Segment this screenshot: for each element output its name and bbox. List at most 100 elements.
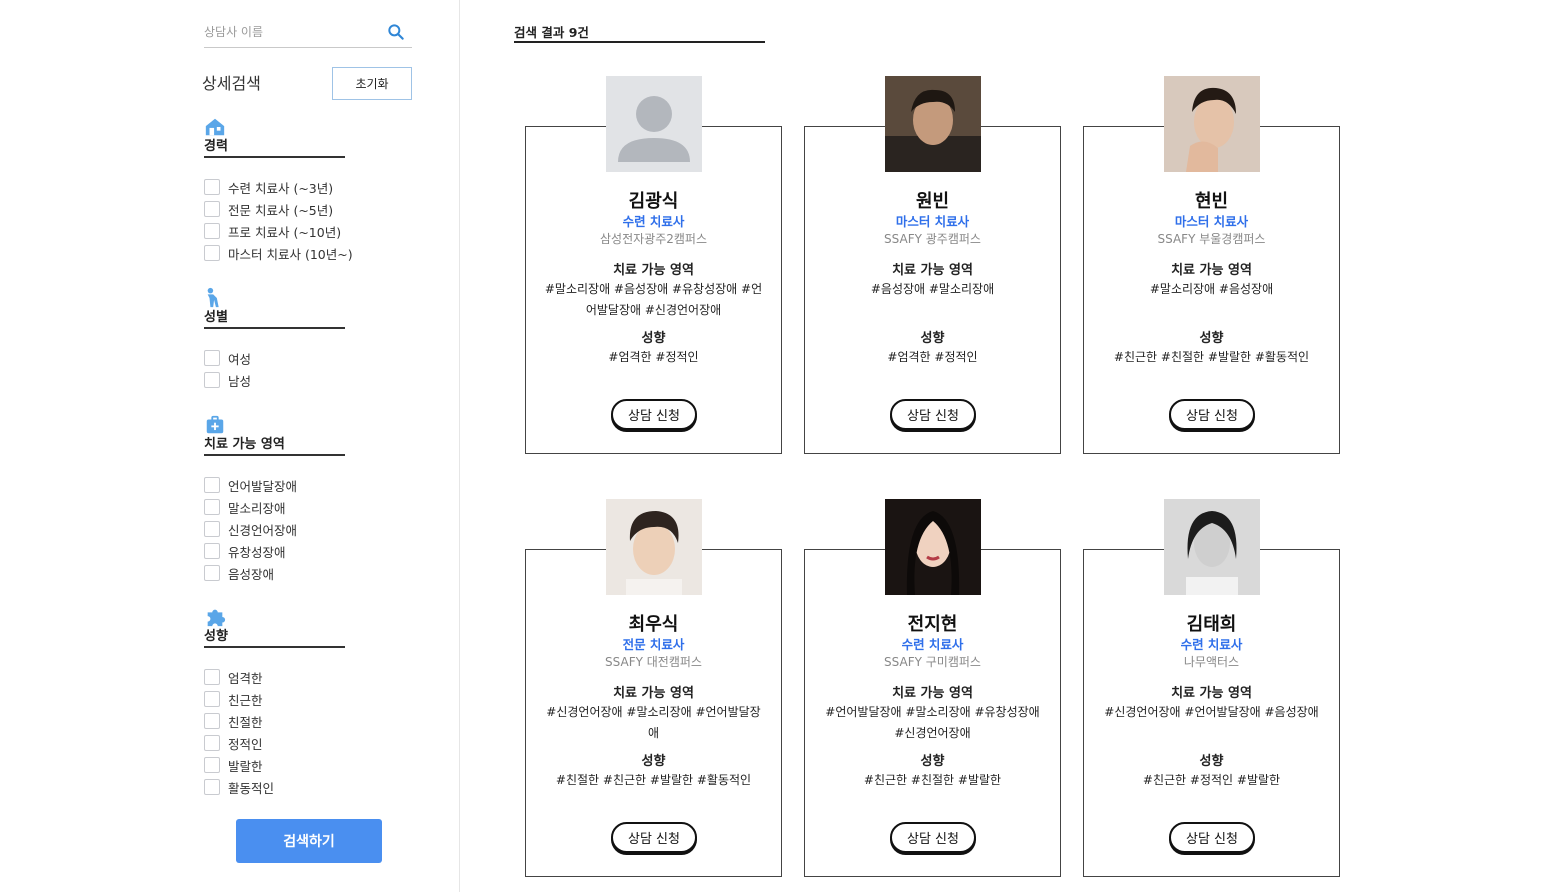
counselor-areas: #말소리장애 #음성장애 bbox=[1149, 282, 1274, 296]
consult-apply-button[interactable]: 상담 신청 bbox=[611, 822, 697, 853]
option-label: 말소리장애 bbox=[228, 500, 286, 516]
checkbox[interactable] bbox=[204, 669, 220, 685]
option-label: 남성 bbox=[228, 373, 252, 389]
option-label: 여성 bbox=[228, 351, 252, 367]
counselor-level: 수련 치료사 bbox=[901, 637, 964, 652]
filter-group-area: 치료 가능 영역 언어발달장애 말소리장애 신경언어장애 유창성장애 음성장애 bbox=[204, 414, 345, 584]
checkbox-option[interactable]: 정적인 bbox=[204, 732, 404, 754]
filter-group-career: 경력 수련 치료사 (~3년) 전문 치료사 (~5년) 프로 치료사 (~10… bbox=[204, 116, 353, 264]
counselor-level: 수련 치료사 bbox=[622, 214, 685, 229]
counselor-tendency: #친근한 #친절한 #발랄한 #활동적인 bbox=[1113, 350, 1310, 364]
checkbox-option[interactable]: 전문 치료사 (~5년) bbox=[204, 198, 404, 220]
consult-apply-button[interactable]: 상담 신청 bbox=[890, 399, 976, 430]
counselor-name: 현빈 bbox=[1194, 191, 1229, 212]
counselor-card: 현빈 마스터 치료사 SSAFY 부울경캠퍼스 치료 가능 영역 #말소리장애 … bbox=[1083, 76, 1340, 454]
detail-search-title: 상세검색 bbox=[202, 74, 261, 93]
checkbox[interactable] bbox=[204, 372, 220, 388]
counselor-card: 김광식 수련 치료사 삼성전자광주2캠퍼스 치료 가능 영역 #말소리장애 #음… bbox=[525, 76, 782, 454]
counselor-card: 김태희 수련 치료사 나무액터스 치료 가능 영역 #신경언어장애 #언어발달장… bbox=[1083, 499, 1340, 877]
checkbox[interactable] bbox=[204, 499, 220, 515]
checkbox[interactable] bbox=[204, 223, 220, 239]
counselor-areas: #신경언어장애 #말소리장애 #언어발달장애 bbox=[546, 705, 761, 740]
checkbox-option[interactable]: 프로 치료사 (~10년) bbox=[204, 220, 404, 242]
tendency-title: 성향 bbox=[920, 331, 945, 346]
checkbox[interactable] bbox=[204, 735, 220, 751]
checkbox-option[interactable]: 엄격한 bbox=[204, 666, 404, 688]
checkbox-option[interactable]: 음성장애 bbox=[204, 562, 404, 584]
checkbox[interactable] bbox=[204, 179, 220, 195]
checkbox[interactable] bbox=[204, 477, 220, 493]
career-options: 수련 치료사 (~3년) 전문 치료사 (~5년) 프로 치료사 (~10년) … bbox=[204, 176, 404, 264]
option-label: 마스터 치료사 (10년~) bbox=[228, 246, 353, 262]
checkbox-option[interactable]: 친근한 bbox=[204, 688, 404, 710]
counselor-name: 김광식 bbox=[628, 191, 679, 212]
counselor-areas: #신경언어장애 #언어발달장애 #음성장애 bbox=[1104, 705, 1319, 719]
counselor-photo bbox=[606, 499, 702, 595]
counselor-name: 원빈 bbox=[915, 191, 950, 212]
checkbox-option[interactable]: 여성 bbox=[204, 347, 404, 369]
counselor-card: 전지현 수련 치료사 SSAFY 구미캠퍼스 치료 가능 영역 #언어발달장애 … bbox=[804, 499, 1061, 877]
checkbox-option[interactable]: 남성 bbox=[204, 369, 404, 391]
counselor-tendency: #친근한 #친절한 #발랄한 bbox=[863, 773, 1002, 787]
option-label: 발랄한 bbox=[228, 758, 263, 774]
checkbox[interactable] bbox=[204, 565, 220, 581]
checkbox[interactable] bbox=[204, 779, 220, 795]
counselor-organization: 삼성전자광주2캠퍼스 bbox=[600, 232, 707, 246]
consult-apply-button[interactable]: 상담 신청 bbox=[611, 399, 697, 430]
checkbox-option[interactable]: 언어발달장애 bbox=[204, 474, 404, 496]
option-label: 엄격한 bbox=[228, 670, 263, 686]
counselor-level: 마스터 치료사 bbox=[1174, 214, 1249, 229]
area-title: 치료 가능 영역 bbox=[613, 263, 694, 278]
checkbox-option[interactable]: 마스터 치료사 (10년~) bbox=[204, 242, 404, 264]
checkbox[interactable] bbox=[204, 245, 220, 261]
house-icon bbox=[205, 118, 225, 136]
puzzle-icon bbox=[207, 609, 226, 627]
checkbox[interactable] bbox=[204, 757, 220, 773]
counselor-tendency: #친절한 #친근한 #발랄한 #활동적인 bbox=[555, 773, 752, 787]
option-label: 친절한 bbox=[228, 714, 263, 730]
counselor-level: 수련 치료사 bbox=[1180, 637, 1243, 652]
option-label: 음성장애 bbox=[228, 566, 275, 582]
search-input[interactable] bbox=[204, 18, 374, 46]
area-options: 언어발달장애 말소리장애 신경언어장애 유창성장애 음성장애 bbox=[204, 474, 404, 584]
tendency-title: 성향 bbox=[1199, 754, 1224, 769]
tendency-title: 성향 bbox=[920, 754, 945, 769]
counselor-organization: SSAFY 대전캠퍼스 bbox=[605, 655, 702, 669]
checkbox-option[interactable]: 말소리장애 bbox=[204, 496, 404, 518]
counselor-photo bbox=[885, 499, 981, 595]
search-submit-button[interactable]: 검색하기 bbox=[236, 819, 382, 863]
option-label: 언어발달장애 bbox=[228, 478, 298, 494]
checkbox-option[interactable]: 신경언어장애 bbox=[204, 518, 404, 540]
checkbox[interactable] bbox=[204, 521, 220, 537]
checkbox-option[interactable]: 활동적인 bbox=[204, 776, 404, 798]
option-label: 친근한 bbox=[228, 692, 263, 708]
filter-title-gender: 성별 bbox=[204, 309, 345, 329]
checkbox[interactable] bbox=[204, 691, 220, 707]
checkbox-option[interactable]: 발랄한 bbox=[204, 754, 404, 776]
counselor-tendency: #엄격한 #정적인 bbox=[608, 350, 699, 364]
filter-title-tendency: 성향 bbox=[204, 628, 345, 648]
tendency-title: 성향 bbox=[1199, 331, 1224, 346]
search-icon[interactable] bbox=[386, 22, 406, 42]
checkbox[interactable] bbox=[204, 543, 220, 559]
checkbox[interactable] bbox=[204, 713, 220, 729]
reset-button[interactable]: 초기화 bbox=[332, 67, 412, 100]
option-label: 활동적인 bbox=[228, 780, 275, 796]
option-label: 유창성장애 bbox=[228, 544, 286, 560]
checkbox-option[interactable]: 유창성장애 bbox=[204, 540, 404, 562]
counselor-areas: #말소리장애 #음성장애 #유창성장애 #언어발달장애 #신경언어장애 bbox=[544, 282, 763, 317]
counselor-organization: 나무액터스 bbox=[1183, 655, 1240, 669]
consult-apply-button[interactable]: 상담 신청 bbox=[1169, 399, 1255, 430]
area-title: 치료 가능 영역 bbox=[892, 263, 973, 278]
counselor-name: 김태희 bbox=[1186, 614, 1237, 635]
counselor-organization: SSAFY 부울경캠퍼스 bbox=[1157, 232, 1266, 246]
checkbox[interactable] bbox=[204, 350, 220, 366]
area-title: 치료 가능 영역 bbox=[1171, 263, 1252, 278]
consult-apply-button[interactable]: 상담 신청 bbox=[1169, 822, 1255, 853]
checkbox[interactable] bbox=[204, 201, 220, 217]
checkbox-option[interactable]: 수련 치료사 (~3년) bbox=[204, 176, 404, 198]
consult-apply-button[interactable]: 상담 신청 bbox=[890, 822, 976, 853]
checkbox-option[interactable]: 친절한 bbox=[204, 710, 404, 732]
option-label: 프로 치료사 (~10년) bbox=[228, 224, 342, 240]
counselor-card: 원빈 마스터 치료사 SSAFY 광주캠퍼스 치료 가능 영역 #음성장애 #말… bbox=[804, 76, 1061, 454]
